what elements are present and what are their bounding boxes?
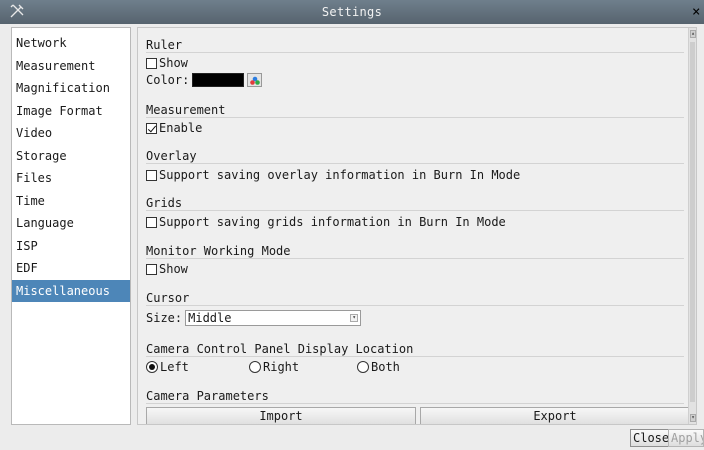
vertical-scrollbar[interactable]: ▴ ▾: [688, 28, 696, 424]
ruler-color-label: Color:: [146, 73, 190, 87]
sidebar-item-network[interactable]: Network: [12, 32, 130, 55]
sidebar-item-measurement[interactable]: Measurement: [12, 55, 130, 78]
cursor-divider: [146, 305, 684, 306]
camera-panel-right-label: Right: [263, 360, 300, 374]
sidebar-item-edf[interactable]: EDF: [12, 257, 130, 280]
ruler-section-title: Ruler: [146, 38, 183, 52]
ruler-show-label: Show: [159, 56, 188, 70]
overlay-option-label: Support saving overlay information in Bu…: [159, 168, 521, 182]
grids-divider: [146, 210, 684, 211]
sidebar-item-image-format[interactable]: Image Format: [12, 100, 130, 123]
sidebar-item-time[interactable]: Time: [12, 190, 130, 213]
close-button[interactable]: Close: [630, 429, 673, 447]
overlay-option-row[interactable]: Support saving overlay information in Bu…: [146, 168, 520, 182]
ruler-show-checkbox[interactable]: [146, 57, 157, 69]
camera-panel-right-radio[interactable]: [249, 361, 261, 373]
monitor-show-checkbox[interactable]: [146, 263, 157, 275]
camera-panel-left-label: Left: [160, 360, 189, 374]
chevron-down-icon[interactable]: ▾: [350, 314, 359, 322]
scroll-down-icon[interactable]: ▾: [690, 414, 696, 422]
ruler-show-row[interactable]: Show: [146, 56, 188, 70]
grids-option-label: Support saving grids information in Burn…: [159, 215, 506, 229]
sidebar-item-magnification[interactable]: Magnification: [12, 77, 130, 100]
scroll-up-icon[interactable]: ▴: [690, 30, 696, 38]
overlay-section-title: Overlay: [146, 149, 197, 163]
cursor-size-value: Middle: [188, 311, 232, 325]
color-picker-icon[interactable]: [247, 73, 263, 87]
grids-burn-in-checkbox[interactable]: [146, 216, 157, 228]
cursor-size-label: Size:: [146, 311, 183, 325]
camera-panel-both-radio[interactable]: [357, 361, 369, 373]
monitor-section-title: Monitor Working Mode: [146, 244, 291, 258]
monitor-show-row[interactable]: Show: [146, 262, 188, 276]
camera-panel-divider: [146, 356, 684, 357]
camera-panel-left-option[interactable]: Left: [146, 360, 189, 374]
close-window-icon[interactable]: ×: [692, 3, 704, 21]
cursor-section-title: Cursor: [146, 291, 190, 305]
sidebar-item-miscellaneous[interactable]: Miscellaneous: [12, 279, 130, 302]
scrollbar-thumb[interactable]: [690, 42, 695, 402]
sidebar-item-storage[interactable]: Storage: [12, 145, 130, 168]
sidebar-item-video[interactable]: Video: [12, 122, 130, 145]
miscellaneous-panel: Ruler Show Color: Measurement Enable Ove…: [137, 27, 697, 425]
camera-params-divider: [146, 403, 684, 404]
overlay-burn-in-checkbox[interactable]: [146, 169, 157, 181]
measurement-section-title: Measurement: [146, 103, 226, 117]
settings-sidebar: Network Measurement Magnification Image …: [11, 27, 131, 425]
apply-button[interactable]: Apply: [668, 429, 704, 447]
import-button[interactable]: Import: [146, 407, 416, 424]
camera-panel-section-title: Camera Control Panel Display Location: [146, 342, 414, 356]
grids-option-row[interactable]: Support saving grids information in Burn…: [146, 215, 506, 229]
measurement-enable-label: Enable: [159, 121, 203, 135]
sidebar-item-files[interactable]: Files: [12, 167, 130, 190]
camera-panel-both-option[interactable]: Both: [357, 360, 400, 374]
camera-params-section-title: Camera Parameters: [146, 389, 269, 403]
sidebar-item-language[interactable]: Language: [12, 212, 130, 235]
overlay-divider: [146, 163, 684, 164]
ruler-divider: [146, 52, 684, 53]
sidebar-item-isp[interactable]: ISP: [12, 235, 130, 258]
monitor-show-label: Show: [159, 262, 188, 276]
measurement-enable-row[interactable]: Enable: [146, 121, 202, 135]
camera-panel-right-option[interactable]: Right: [249, 360, 299, 374]
ruler-color-swatch[interactable]: [192, 73, 245, 87]
cursor-size-row: Size: Middle ▾: [146, 310, 362, 326]
camera-panel-both-label: Both: [371, 360, 400, 374]
monitor-divider: [146, 258, 684, 259]
camera-panel-left-radio[interactable]: [146, 361, 158, 373]
cursor-size-select[interactable]: Middle ▾: [185, 310, 362, 326]
measurement-enable-checkbox[interactable]: [146, 122, 157, 134]
grids-section-title: Grids: [146, 196, 183, 210]
title-bar: Settings ×: [0, 0, 704, 24]
ruler-color-row: Color:: [146, 73, 263, 87]
window-title: Settings: [321, 5, 383, 19]
export-button[interactable]: Export: [420, 407, 690, 424]
measurement-divider: [146, 117, 684, 118]
